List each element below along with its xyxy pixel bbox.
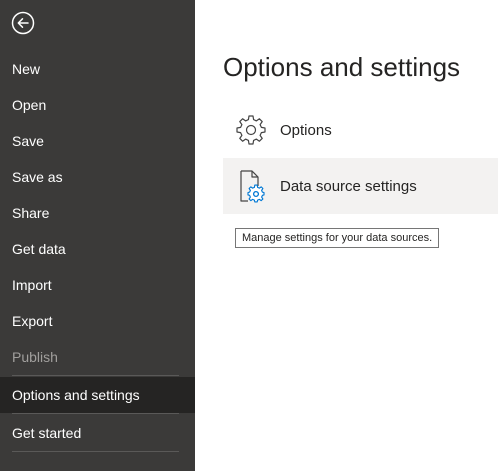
sidebar-divider [12, 451, 179, 452]
menu-item-share[interactable]: Share [0, 195, 195, 231]
menu-item-export[interactable]: Export [0, 303, 195, 339]
menu-item-label: Get data [12, 241, 66, 257]
menu-item-label: Share [12, 205, 50, 221]
options-button[interactable]: Options [223, 102, 498, 158]
back-button[interactable] [11, 11, 35, 35]
menu-item-options-and-settings[interactable]: Options and settings [0, 377, 195, 413]
data-source-settings-icon [240, 170, 265, 203]
data-source-settings-label: Data source settings [280, 177, 417, 195]
menu-item-open[interactable]: Open [0, 87, 195, 123]
menu-item-label: Open [12, 97, 47, 113]
options-label: Options [280, 121, 332, 139]
menu-item-label: Options and settings [12, 387, 140, 403]
menu-item-label: Import [12, 277, 52, 293]
menu-item-get-data[interactable]: Get data [0, 231, 195, 267]
menu-item-get-started[interactable]: Get started [0, 415, 195, 451]
sidebar-divider [12, 413, 179, 414]
back-arrow-icon [11, 11, 35, 35]
menu-item-label: Get started [12, 425, 82, 441]
sidebar-divider [12, 375, 179, 376]
menu-item-label: Save [12, 133, 44, 149]
menu-item-save[interactable]: Save [0, 123, 195, 159]
menu-item-label: Save as [12, 169, 63, 185]
backstage-sidebar: New Open Save Save as Share Get data Imp… [0, 0, 195, 471]
menu-item-new[interactable]: New [0, 51, 195, 87]
gear-icon [236, 115, 266, 145]
menu-item-label: Publish [12, 349, 58, 365]
data-source-settings-button[interactable]: Data source settings [223, 158, 498, 214]
tooltip: Manage settings for your data sources. [235, 228, 440, 248]
menu-item-import[interactable]: Import [0, 267, 195, 303]
menu-item-save-as[interactable]: Save as [0, 159, 195, 195]
menu-item-label: New [12, 61, 41, 77]
page-title: Options and settings [223, 52, 461, 82]
menu-item-label: Export [12, 313, 53, 329]
menu-item-publish: Publish [0, 339, 195, 375]
main-panel: Options and settings Options Data source… [195, 0, 498, 471]
